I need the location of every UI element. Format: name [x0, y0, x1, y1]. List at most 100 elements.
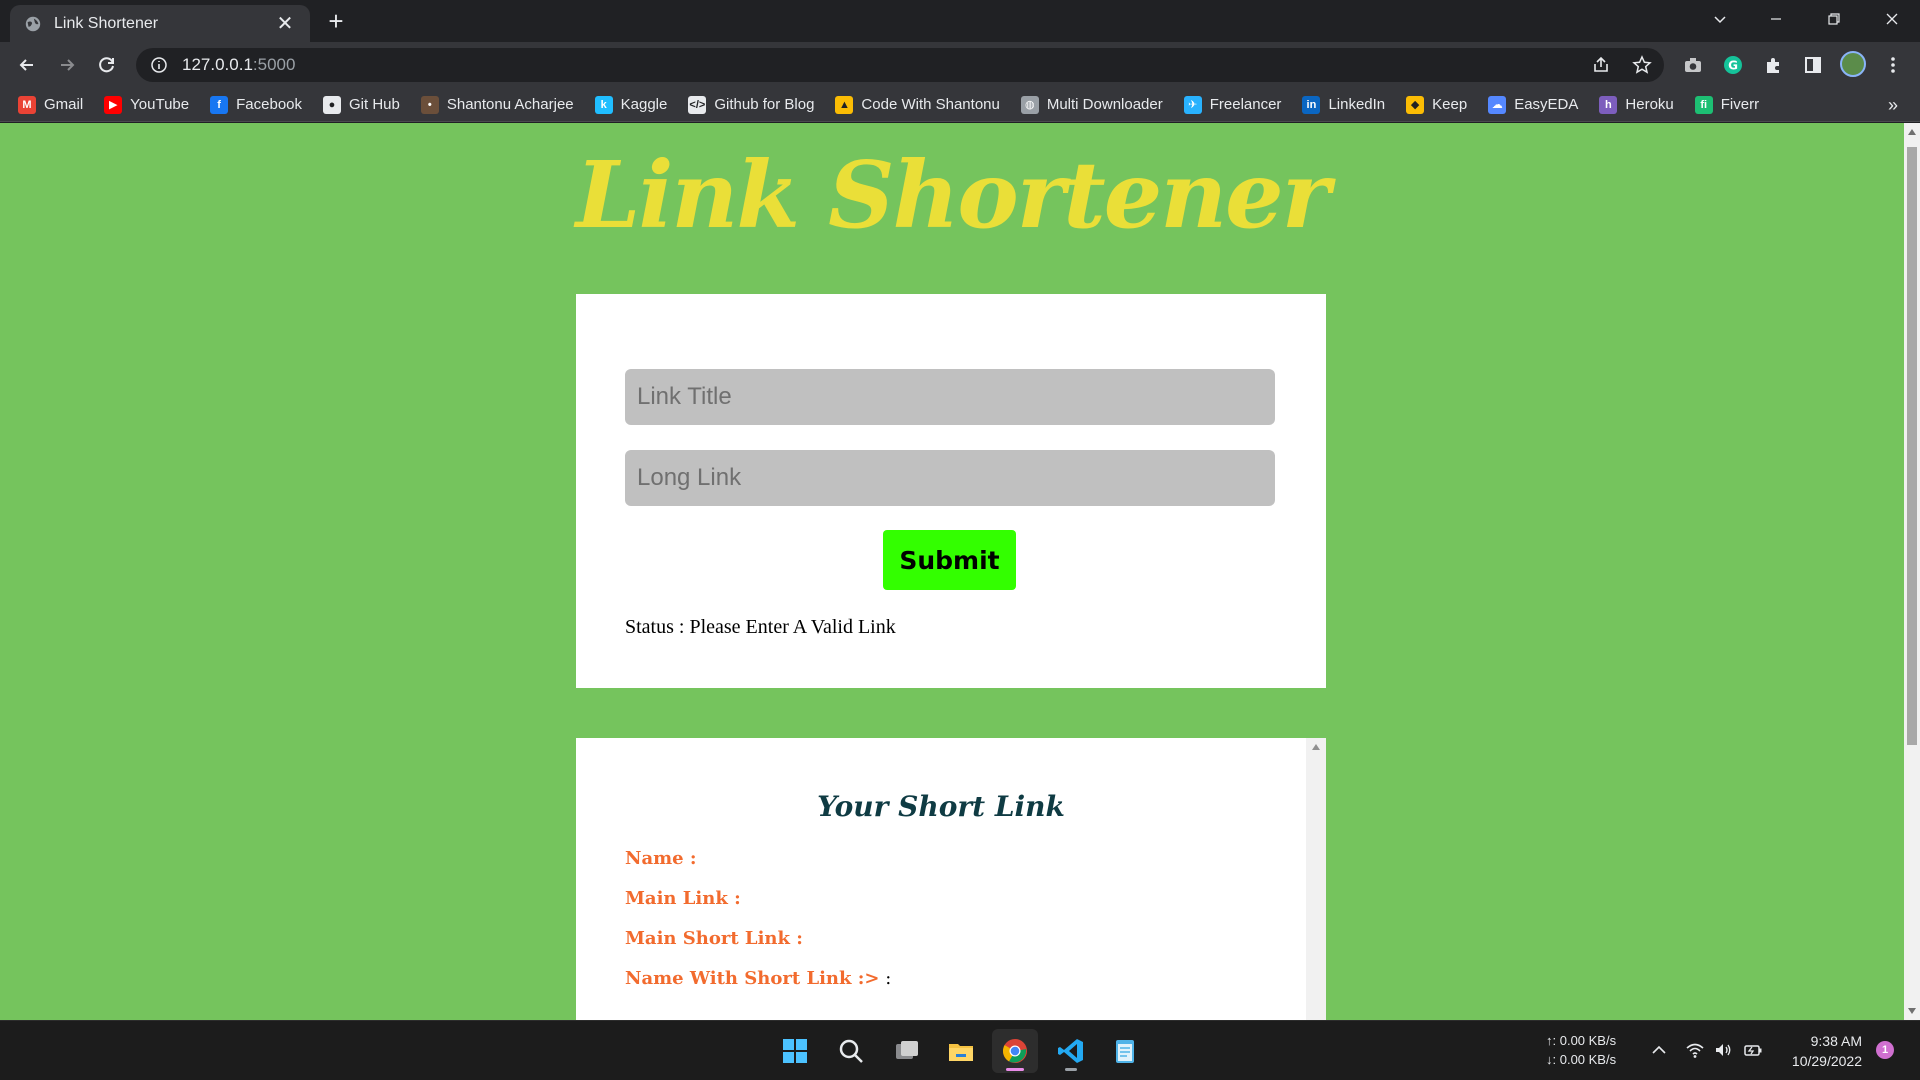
- scroll-down-arrow-icon[interactable]: [1908, 1008, 1916, 1014]
- bookmark-label: Github for Blog: [714, 96, 815, 113]
- browser-tab[interactable]: Link Shortener ✕: [10, 5, 310, 42]
- battery-icon[interactable]: [1742, 1039, 1764, 1061]
- running-app-indicator: [1065, 1068, 1077, 1071]
- bookmark-freelancer[interactable]: ✈ Freelancer: [1183, 95, 1282, 114]
- bookmark-git-hub[interactable]: ● Git Hub: [323, 95, 400, 114]
- camera-extension-icon[interactable]: [1678, 50, 1708, 80]
- url-host: 127.0.0.1: [182, 55, 253, 74]
- address-bar[interactable]: 127.0.0.1 :5000: [136, 48, 1664, 82]
- side-panel-icon[interactable]: [1798, 50, 1828, 80]
- bookmark-star-icon[interactable]: [1627, 50, 1657, 80]
- bookmark-kaggle[interactable]: k Kaggle: [594, 95, 668, 114]
- clock-date: 10/29/2022: [1791, 1053, 1862, 1069]
- bookmark-gmail[interactable]: M Gmail: [18, 95, 84, 114]
- wifi-icon[interactable]: [1684, 1039, 1706, 1061]
- task-view-icon[interactable]: [884, 1029, 930, 1073]
- bookmark-label: Multi Downloader: [1046, 96, 1163, 113]
- close-window-icon[interactable]: [1864, 0, 1920, 38]
- profile-avatar[interactable]: [1840, 51, 1866, 77]
- profile-icon: •: [420, 95, 439, 114]
- submit-button[interactable]: Submit: [883, 530, 1016, 590]
- bookmark-linkedin[interactable]: in LinkedIn: [1302, 95, 1385, 114]
- bookmark-keep[interactable]: ◆ Keep: [1406, 95, 1467, 114]
- browser-toolbar: 127.0.0.1 :5000 G: [0, 42, 1920, 88]
- reload-icon[interactable]: [92, 50, 122, 80]
- github-icon: ●: [323, 95, 341, 114]
- drive-icon: ▲: [835, 95, 854, 114]
- svg-text:G: G: [1728, 59, 1738, 73]
- page-viewport: Link Shortener Submit Status : Please En…: [0, 123, 1920, 1020]
- bookmarks-overflow-icon[interactable]: »: [1888, 95, 1898, 116]
- easyeda-icon: ☁: [1488, 95, 1507, 114]
- notepad-icon[interactable]: [1102, 1029, 1148, 1073]
- vscode-icon[interactable]: [1048, 1029, 1094, 1073]
- bookmark-youtube[interactable]: ▶ YouTube: [104, 95, 190, 114]
- search-icon[interactable]: [828, 1029, 874, 1073]
- tab-close-icon[interactable]: ✕: [274, 11, 296, 36]
- bookmark-shantonu-acharjee[interactable]: • Shantonu Acharjee: [420, 95, 574, 114]
- site-info-icon[interactable]: [150, 56, 168, 74]
- system-clock[interactable]: 9:38 AM 10/29/2022: [1782, 1031, 1862, 1071]
- grammarly-icon[interactable]: G: [1718, 50, 1748, 80]
- bookmark-label: YouTube: [130, 96, 190, 113]
- page-scrollbar[interactable]: [1904, 123, 1920, 1020]
- scrollbar-thumb[interactable]: [1907, 147, 1917, 745]
- chevron-up-icon[interactable]: [1648, 1039, 1670, 1061]
- globe-icon: [25, 16, 41, 31]
- result-name-with-short-link-row: Name With Short Link :> :: [625, 968, 891, 989]
- short-link-result-card: Your Short Link Name : Main Link : Main …: [576, 738, 1326, 1020]
- tab-search-icon[interactable]: [1692, 0, 1748, 38]
- browser-title-bar: Link Shortener ✕ +: [0, 0, 1920, 42]
- result-main-short-link-label: Main Short Link :: [625, 928, 803, 949]
- result-name-with-short-link-value: :: [879, 968, 892, 989]
- new-tab-button[interactable]: +: [322, 8, 350, 36]
- tab-title: Link Shortener: [54, 14, 159, 32]
- clock-time: 9:38 AM: [1810, 1033, 1862, 1049]
- result-card-scrollbar[interactable]: [1306, 738, 1326, 1020]
- menu-kebab-icon[interactable]: [1878, 50, 1908, 80]
- fiverr-icon: fi: [1694, 95, 1713, 114]
- scroll-up-arrow-icon[interactable]: [1908, 129, 1916, 135]
- minimize-icon[interactable]: [1748, 0, 1804, 38]
- kaggle-icon: k: [594, 95, 613, 114]
- windows-taskbar: ↑: 0.00 KB/s ↓: 0.00 KB/s 9:38 AM 10/29/…: [0, 1020, 1920, 1080]
- bookmark-heroku[interactable]: h Heroku: [1599, 95, 1674, 114]
- result-main-link-label: Main Link :: [625, 888, 741, 909]
- bookmark-code-with-shantonu[interactable]: ▲ Code With Shantonu: [835, 95, 1000, 114]
- back-arrow-icon[interactable]: [12, 50, 42, 80]
- extensions-puzzle-icon[interactable]: [1758, 50, 1788, 80]
- heroku-icon: h: [1599, 95, 1618, 114]
- scroll-up-arrow-icon[interactable]: [1312, 744, 1320, 750]
- chrome-taskbar-icon[interactable]: [992, 1029, 1038, 1073]
- bookmark-label: Gmail: [44, 96, 84, 113]
- volume-icon[interactable]: [1712, 1039, 1734, 1061]
- notification-badge[interactable]: 1: [1876, 1041, 1894, 1059]
- start-menu-icon[interactable]: [772, 1029, 818, 1073]
- facebook-icon: f: [210, 95, 229, 114]
- gmail-icon: M: [18, 95, 36, 114]
- bookmark-easyeda[interactable]: ☁ EasyEDA: [1488, 95, 1578, 114]
- long-link-input[interactable]: [625, 450, 1275, 506]
- link-title-input[interactable]: [625, 369, 1275, 425]
- result-heading: Your Short Link: [817, 790, 1065, 823]
- bookmark-label: Kaggle: [620, 96, 668, 113]
- url-port: :5000: [252, 55, 296, 74]
- bookmark-facebook[interactable]: f Facebook: [210, 95, 302, 114]
- bookmark-label: Freelancer: [1209, 96, 1282, 113]
- link-form-card: Submit Status : Please Enter A Valid Lin…: [576, 294, 1326, 688]
- file-explorer-icon[interactable]: [938, 1029, 984, 1073]
- forward-arrow-icon[interactable]: [52, 50, 82, 80]
- bookmark-label: Facebook: [236, 96, 302, 113]
- share-icon[interactable]: [1586, 50, 1616, 80]
- bookmark-label: Code With Shantonu: [861, 96, 1000, 113]
- youtube-icon: ▶: [104, 95, 123, 114]
- restore-icon[interactable]: [1806, 0, 1862, 38]
- bookmark-multi-downloader[interactable]: ◍ Multi Downloader: [1020, 95, 1163, 114]
- code-icon: </>: [688, 95, 707, 114]
- download-speed: ↓: 0.00 KB/s: [1546, 1052, 1617, 1067]
- bookmark-github-for-blog[interactable]: </> Github for Blog: [688, 95, 815, 114]
- upload-speed: ↑: 0.00 KB/s: [1546, 1033, 1617, 1048]
- freelancer-icon: ✈: [1183, 95, 1202, 114]
- bookmark-fiverr[interactable]: fi Fiverr: [1694, 95, 1759, 114]
- linkedin-icon: in: [1302, 95, 1321, 114]
